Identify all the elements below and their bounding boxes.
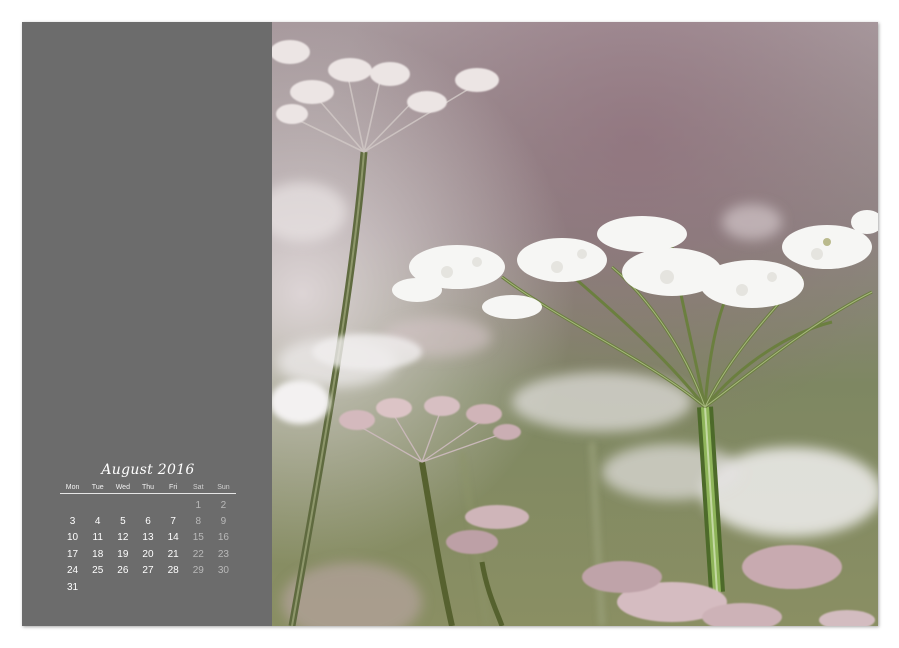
day-cell: 21 [167,548,179,560]
day-cell: 7 [170,516,176,528]
weekday-header-row: Mon Tue Wed Thu Fri Sat Sun [60,484,236,494]
day-cell: 26 [117,565,129,577]
empty-day-cell [211,579,236,595]
day-cell: 27 [142,565,154,577]
day-cell: 29 [192,565,204,577]
week-row: 17 18 19 20 21 22 23 [60,546,236,562]
weekday-wed: Wed [110,484,136,494]
flower-photo [272,22,878,626]
empty-day-cell [186,579,211,595]
day-cell: 28 [167,565,179,577]
day-cell: 13 [142,532,154,544]
weekday-fri: Fri [160,484,186,494]
day-cell: 2 [220,499,227,511]
empty-day-cell [85,579,110,595]
empty-day-cell [135,494,160,514]
weekday-thu: Thu [135,484,161,494]
day-cell: 3 [69,516,76,528]
week-row: 10 11 12 13 14 15 16 [60,530,236,546]
day-cell: 30 [217,565,229,577]
empty-day-cell [110,579,135,595]
day-cell: 24 [67,565,79,577]
calendar-grid: Mon Tue Wed Thu Fri Sat Sun 1 2 3 4 5 6 7 8 9 10 11 12 13 1… [60,484,236,595]
month-title: August 2016 [101,462,195,478]
day-cell: 9 [220,516,227,528]
week-row: 24 25 26 27 28 29 30 [60,563,236,579]
day-cell: 10 [67,532,79,544]
day-cell: 12 [117,532,129,544]
empty-day-cell [85,494,110,514]
day-cell: 15 [192,532,204,544]
day-cell: 19 [117,548,129,560]
day-cell: 17 [67,548,79,560]
week-row: 31 [60,579,236,595]
day-cell: 16 [217,532,229,544]
day-cell: 14 [167,532,179,544]
day-cell: 22 [192,548,204,560]
calendar-page: August 2016 Mon Tue Wed Thu Fri Sat Sun 123456… [22,22,878,626]
empty-day-cell [135,579,160,595]
day-cell: 23 [217,548,229,560]
day-cell: 18 [92,548,104,560]
day-cell: 25 [92,565,104,577]
day-cell: 8 [195,516,202,528]
photo-image [272,22,878,626]
empty-day-cell [161,494,186,514]
day-cell: 5 [120,516,126,528]
day-cell: 6 [145,516,151,528]
weekday-tue: Tue [85,484,111,494]
week-row: 12 [60,494,236,514]
empty-day-cell [161,579,186,595]
empty-day-cell [60,494,85,514]
day-cell: 1 [195,499,202,511]
day-cell: 20 [142,548,154,560]
weekday-sun: Sun [210,484,236,494]
week-row: 3 4 5 6 7 8 9 [60,513,236,529]
weekday-mon: Mon [60,484,86,494]
month-calendar: August 2016 Mon Tue Wed Thu Fri Sat Sun 123456… [60,462,236,595]
day-cell: 31 [67,581,79,593]
weekday-sat: Sat [185,484,211,494]
day-cell: 11 [92,532,103,544]
left-panel: August 2016 Mon Tue Wed Thu Fri Sat Sun 123456… [22,22,272,626]
empty-day-cell [110,494,135,514]
day-cell: 4 [94,516,101,528]
